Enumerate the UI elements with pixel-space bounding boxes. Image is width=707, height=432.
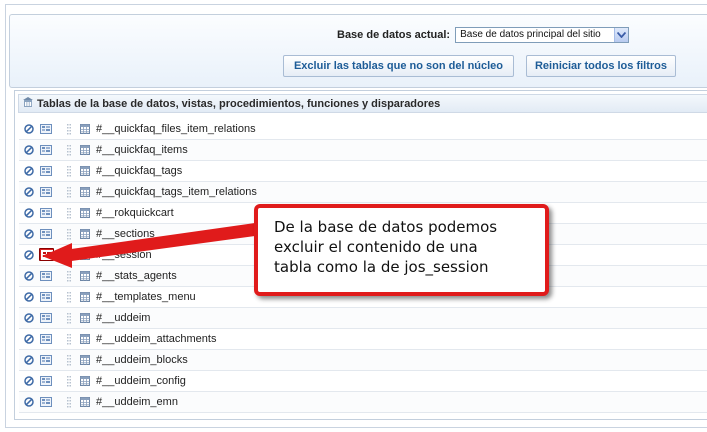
table-icon (79, 144, 91, 156)
drag-handle-icon[interactable] (63, 207, 75, 219)
drag-handle-icon[interactable] (63, 270, 75, 282)
drag-handle-icon[interactable] (63, 186, 75, 198)
table-name[interactable]: #__session (96, 249, 152, 261)
drag-handle-icon[interactable] (63, 249, 75, 261)
tables-header-title: Tablas de la base de datos, vistas, proc… (37, 97, 441, 110)
drag-handle-icon[interactable] (63, 144, 75, 156)
exclude-table-icon[interactable] (40, 291, 52, 303)
table-row: #__quickfaq_tags_item_relations (19, 182, 707, 203)
no-entry-icon[interactable] (23, 165, 35, 177)
exclude-table-icon[interactable] (40, 333, 52, 345)
table-icon (79, 228, 91, 240)
table-name[interactable]: #__templates_menu (96, 291, 196, 303)
exclude-table-icon[interactable] (40, 123, 52, 135)
table-name[interactable]: #__quickfaq_files_item_relations (96, 123, 256, 135)
no-entry-icon[interactable] (23, 207, 35, 219)
drag-handle-icon[interactable] (63, 165, 75, 177)
drag-handle-icon[interactable] (63, 291, 75, 303)
table-row: #__uddeim_attachments (19, 329, 707, 350)
table-name[interactable]: #__quickfaq_tags_item_relations (96, 186, 257, 198)
table-icon (79, 123, 91, 135)
exclude-table-icon[interactable] (40, 165, 52, 177)
database-icon (23, 96, 33, 111)
table-icon (79, 333, 91, 345)
table-name[interactable]: #__quickfaq_items (96, 144, 188, 156)
table-icon (79, 354, 91, 366)
tables-header: Tablas de la base de datos, vistas, proc… (18, 94, 707, 113)
table-name[interactable]: #__quickfaq_tags (96, 165, 182, 177)
exclude-table-icon[interactable] (40, 312, 52, 324)
table-name[interactable]: #__uddeim_blocks (96, 354, 188, 366)
drag-handle-icon[interactable] (63, 123, 75, 135)
no-entry-icon[interactable] (23, 291, 35, 303)
no-entry-icon[interactable] (23, 333, 35, 345)
chevron-down-icon[interactable] (614, 27, 629, 42)
table-row: #__quickfaq_tags (19, 161, 707, 182)
database-label: Base de datos actual: (337, 28, 451, 41)
table-icon (79, 249, 91, 261)
exclude-non-core-button[interactable]: Excluir las tablas que no son del núcleo (283, 55, 514, 77)
callout-line-2: excluir el contenido de una (274, 238, 478, 256)
no-entry-icon[interactable] (23, 375, 35, 387)
table-icon (79, 270, 91, 282)
table-row: #__quickfaq_files_item_relations (19, 119, 707, 140)
drag-handle-icon[interactable] (63, 396, 75, 408)
exclude-table-icon[interactable] (39, 248, 54, 261)
table-name[interactable]: #__uddeim_attachments (96, 333, 216, 345)
table-icon (79, 396, 91, 408)
exclude-table-icon[interactable] (40, 270, 52, 282)
table-icon (79, 165, 91, 177)
drag-handle-icon[interactable] (63, 312, 75, 324)
exclude-table-icon[interactable] (40, 396, 52, 408)
database-select[interactable]: Base de datos principal del sitio (455, 26, 630, 43)
table-name[interactable]: #__stats_agents (96, 270, 177, 282)
table-icon (79, 312, 91, 324)
exclude-table-icon[interactable] (40, 375, 52, 387)
no-entry-icon[interactable] (23, 249, 35, 261)
exclude-table-icon[interactable] (40, 354, 52, 366)
no-entry-icon[interactable] (23, 312, 35, 324)
table-row: #__uddeim_emn (19, 392, 707, 413)
no-entry-icon[interactable] (23, 354, 35, 366)
table-row: #__quickfaq_items (19, 140, 707, 161)
table-name[interactable]: #__sections (96, 228, 155, 240)
exclude-table-icon[interactable] (40, 144, 52, 156)
table-row: #__uddeim (19, 308, 707, 329)
table-name[interactable]: #__uddeim (96, 312, 150, 324)
exclude-table-icon[interactable] (40, 207, 52, 219)
table-name[interactable]: #__rokquickcart (96, 207, 174, 219)
table-icon (79, 207, 91, 219)
no-entry-icon[interactable] (23, 270, 35, 282)
drag-handle-icon[interactable] (63, 333, 75, 345)
table-icon (79, 375, 91, 387)
table-row: #__uddeim_blocks (19, 350, 707, 371)
no-entry-icon[interactable] (23, 123, 35, 135)
drag-handle-icon[interactable] (63, 354, 75, 366)
callout-box: De la base de datos podemos excluir el c… (254, 204, 549, 296)
database-selector-row: Base de datos actual: Base de datos prin… (337, 26, 630, 43)
no-entry-icon[interactable] (23, 186, 35, 198)
table-name[interactable]: #__uddeim_config (96, 375, 186, 387)
drag-handle-icon[interactable] (63, 228, 75, 240)
no-entry-icon[interactable] (23, 396, 35, 408)
exclude-table-icon[interactable] (40, 186, 52, 198)
table-icon (79, 291, 91, 303)
reset-filters-button[interactable]: Reiniciar todos los filtros (526, 55, 676, 77)
exclude-table-icon[interactable] (40, 228, 52, 240)
table-icon (79, 186, 91, 198)
no-entry-icon[interactable] (23, 144, 35, 156)
database-select-value: Base de datos principal del sitio (460, 28, 601, 40)
table-name[interactable]: #__uddeim_emn (96, 396, 178, 408)
callout-line-1: De la base de datos podemos (274, 218, 498, 236)
no-entry-icon[interactable] (23, 228, 35, 240)
drag-handle-icon[interactable] (63, 375, 75, 387)
table-row: #__uddeim_config (19, 371, 707, 392)
callout-line-3: tabla como la de jos_session (274, 258, 489, 276)
